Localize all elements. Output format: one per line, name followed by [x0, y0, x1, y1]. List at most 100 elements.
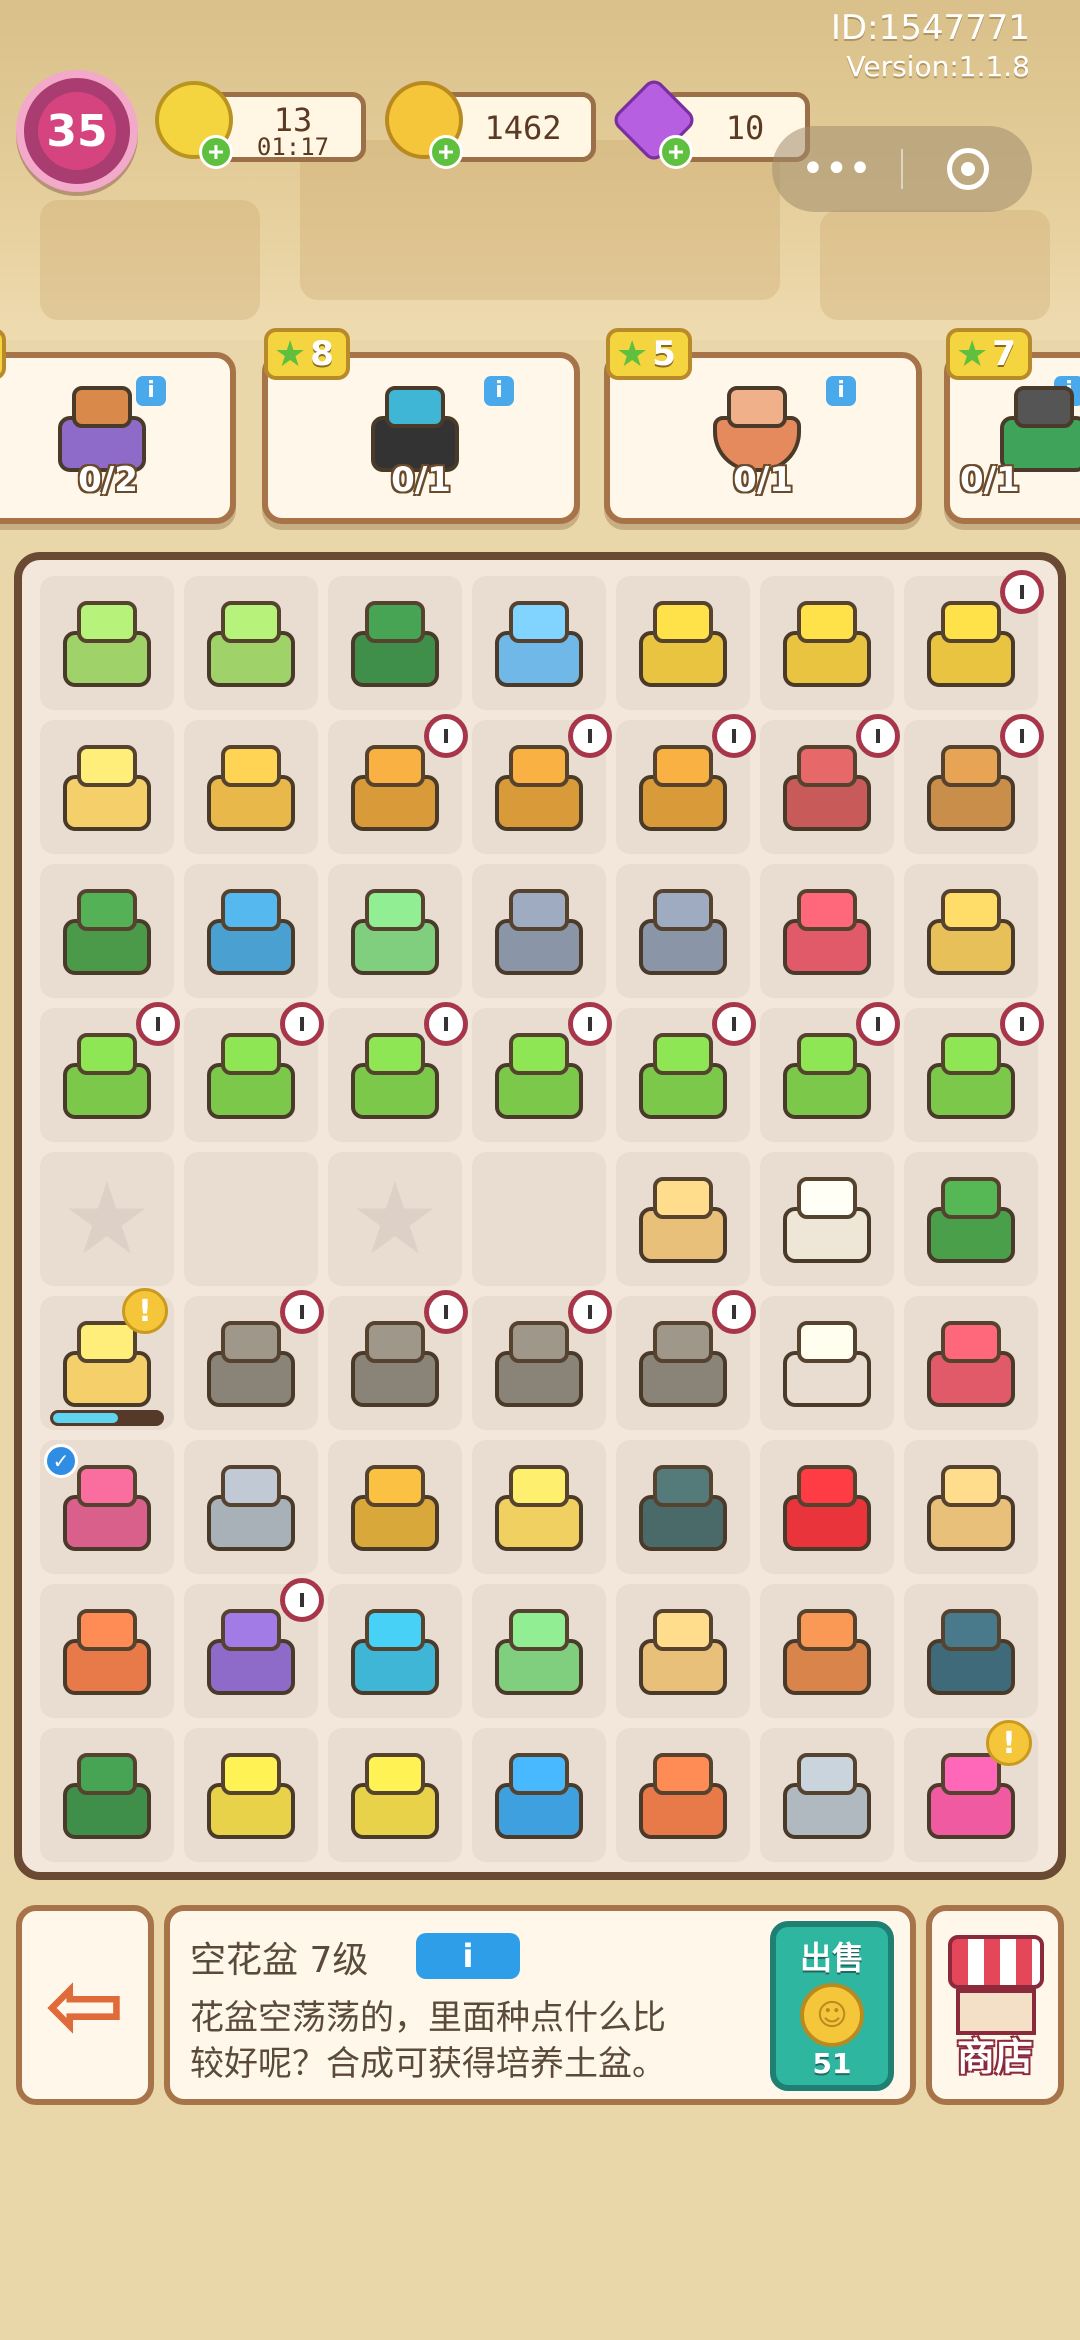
- alert-icon: !: [122, 1288, 168, 1334]
- order-card[interactable]: ★ 5 i 0/1: [604, 328, 922, 524]
- reward-value: 7: [992, 334, 1016, 374]
- board-cell[interactable]: [616, 1440, 750, 1574]
- board-cell[interactable]: [904, 1002, 1044, 1142]
- board-cell[interactable]: [40, 576, 174, 710]
- board-cell[interactable]: ★: [40, 1152, 174, 1286]
- board-cell[interactable]: [760, 714, 900, 854]
- board-cell[interactable]: [328, 1440, 462, 1574]
- order-info-icon[interactable]: i: [484, 376, 514, 406]
- board-cell[interactable]: [760, 576, 894, 710]
- timer-icon: [1000, 1002, 1044, 1046]
- sell-price: 51: [812, 2047, 852, 2080]
- board-cell[interactable]: [904, 1152, 1038, 1286]
- board-cell[interactable]: [40, 1584, 174, 1718]
- add-gems-icon[interactable]: +: [659, 135, 693, 169]
- board-cell[interactable]: [472, 576, 606, 710]
- board-cell[interactable]: [472, 1152, 606, 1286]
- order-info-icon[interactable]: i: [826, 376, 856, 406]
- board-cell[interactable]: [616, 1002, 756, 1142]
- energy-counter[interactable]: + 13 01:17: [155, 81, 366, 169]
- close-miniprogram-button[interactable]: [903, 148, 1032, 190]
- shopping-cart-item: [629, 591, 737, 695]
- shop-button[interactable]: 商店: [926, 1905, 1064, 2105]
- board-cell[interactable]: [472, 1728, 606, 1862]
- board-cell[interactable]: [760, 1440, 894, 1574]
- add-coins-icon[interactable]: +: [429, 135, 463, 169]
- board-cell[interactable]: [472, 714, 612, 854]
- board-cell[interactable]: [904, 864, 1038, 998]
- robot-vacuum-item: [485, 1743, 593, 1847]
- board-cell[interactable]: [760, 1002, 900, 1142]
- board-cell[interactable]: [904, 714, 1044, 854]
- level-badge[interactable]: 35: [16, 70, 138, 192]
- board-cell[interactable]: [760, 1152, 894, 1286]
- board-cell[interactable]: [328, 714, 468, 854]
- board-cell[interactable]: [40, 1728, 174, 1862]
- board-cell[interactable]: [760, 1728, 894, 1862]
- timer-icon: [280, 1002, 324, 1046]
- board-cell[interactable]: [328, 864, 462, 998]
- board-cell[interactable]: [472, 1002, 612, 1142]
- board-cell[interactable]: [760, 864, 894, 998]
- board-cell[interactable]: [760, 1584, 894, 1718]
- timer-icon: [856, 714, 900, 758]
- board-cell[interactable]: [184, 576, 318, 710]
- timer-icon: [136, 1002, 180, 1046]
- reward-tag: ★ 7: [946, 328, 1032, 380]
- board-cell[interactable]: [760, 1296, 894, 1430]
- board-cell[interactable]: [472, 864, 606, 998]
- board-cell[interactable]: [40, 720, 174, 854]
- board-cell[interactable]: [472, 1584, 606, 1718]
- board-cell[interactable]: [616, 1728, 750, 1862]
- board-cell[interactable]: [328, 1290, 468, 1430]
- board-cell[interactable]: [184, 864, 318, 998]
- board-cell[interactable]: [184, 1440, 318, 1574]
- item-info-button[interactable]: i: [416, 1933, 520, 1979]
- board-cell[interactable]: ✓: [40, 1440, 174, 1574]
- timer-icon: [568, 1290, 612, 1334]
- board-cell[interactable]: [616, 576, 750, 710]
- info-icon: i: [462, 1937, 474, 1975]
- order-card[interactable]: i 0/2: [0, 328, 236, 524]
- coin-counter[interactable]: + 1462: [385, 81, 596, 169]
- board-cell[interactable]: [616, 1584, 750, 1718]
- board-cell[interactable]: [616, 714, 756, 854]
- exit-icon: ⇦: [44, 1949, 126, 2061]
- order-card[interactable]: ★7 i 0/1: [944, 328, 1080, 524]
- board-cell[interactable]: [904, 1296, 1038, 1430]
- board-cell[interactable]: [616, 864, 750, 998]
- board-cell[interactable]: !: [40, 1288, 174, 1430]
- board-cell[interactable]: [184, 1578, 324, 1718]
- board-cell[interactable]: [328, 576, 462, 710]
- board-cell[interactable]: ★: [328, 1152, 462, 1286]
- timer-icon: [1000, 570, 1044, 614]
- board-cell[interactable]: [40, 1002, 180, 1142]
- medal-item: [341, 1455, 449, 1559]
- sell-button[interactable]: 出售 ☺ 51: [770, 1921, 894, 2091]
- board-cell[interactable]: [184, 720, 318, 854]
- board-cell[interactable]: [904, 1440, 1038, 1574]
- board-cell[interactable]: [184, 1728, 318, 1862]
- board-cell[interactable]: [328, 1728, 462, 1862]
- order-card[interactable]: ★ 8 i 0/1: [262, 328, 580, 524]
- cash-item: [341, 879, 449, 983]
- mouse-item: [773, 1167, 881, 1271]
- board-cell[interactable]: [184, 1152, 318, 1286]
- board-cell[interactable]: [616, 1290, 756, 1430]
- board-cell[interactable]: [184, 1002, 324, 1142]
- board-cell[interactable]: [328, 1002, 468, 1142]
- paint-roller-item: [197, 879, 305, 983]
- pliers-item: [917, 1167, 1025, 1271]
- board-cell[interactable]: [472, 1290, 612, 1430]
- board-cell[interactable]: [616, 1152, 750, 1286]
- more-menu-button[interactable]: •••: [772, 146, 901, 192]
- board-cell[interactable]: [184, 1290, 324, 1430]
- board-cell[interactable]: [472, 1440, 606, 1574]
- add-energy-icon[interactable]: +: [199, 135, 233, 169]
- board-cell[interactable]: [40, 864, 174, 998]
- board-cell[interactable]: [904, 1584, 1038, 1718]
- exit-button[interactable]: ⇦: [16, 1905, 154, 2105]
- board-cell[interactable]: [904, 570, 1044, 710]
- board-cell[interactable]: !: [904, 1720, 1038, 1862]
- board-cell[interactable]: [328, 1584, 462, 1718]
